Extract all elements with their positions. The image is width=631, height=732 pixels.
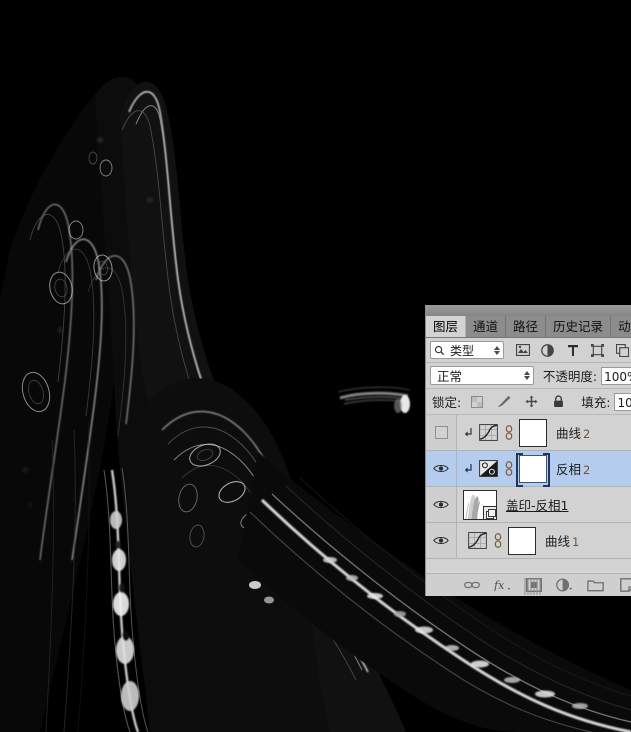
layer-visibility-toggle[interactable] bbox=[426, 523, 457, 558]
layer-visibility-toggle[interactable] bbox=[426, 415, 457, 450]
layer-name[interactable]: 曲线 1 bbox=[545, 531, 579, 550]
chevron-updown-icon[interactable] bbox=[494, 345, 501, 355]
tab-channels[interactable]: 通道 bbox=[466, 316, 507, 337]
filter-pixel-icon[interactable] bbox=[515, 343, 530, 358]
eye-hidden-icon bbox=[434, 426, 448, 439]
panel-tab-strip: 图层 通道 路径 历史记录 动作 bbox=[426, 316, 631, 338]
filter-type-icon[interactable] bbox=[565, 343, 580, 358]
layer-visibility-toggle[interactable] bbox=[426, 451, 457, 486]
lock-pixels-icon[interactable] bbox=[497, 395, 511, 409]
invert-icon[interactable] bbox=[478, 460, 498, 478]
lock-position-icon[interactable] bbox=[524, 395, 538, 409]
layer-name[interactable]: 曲线 2 bbox=[556, 423, 590, 442]
filter-type-icons bbox=[515, 343, 630, 358]
tab-history[interactable]: 历史记录 bbox=[546, 316, 612, 337]
lock-transparency-icon[interactable] bbox=[470, 395, 484, 409]
mask-link-icon[interactable] bbox=[502, 425, 515, 440]
link-layers-icon[interactable] bbox=[463, 577, 480, 594]
opacity-input[interactable]: 100% bbox=[601, 366, 631, 385]
lock-all-icon[interactable] bbox=[551, 395, 565, 409]
filter-smart-object-icon[interactable] bbox=[615, 343, 630, 358]
lock-icons bbox=[470, 395, 565, 409]
blend-mode-value: 正常 bbox=[437, 369, 463, 384]
opacity-label: 不透明度: bbox=[542, 369, 598, 384]
fill-input[interactable]: 100% bbox=[614, 392, 631, 411]
lock-row: 锁定: 填充: 1 bbox=[426, 389, 631, 415]
layer-pixel-thumbnail[interactable] bbox=[463, 489, 497, 520]
curves-icon[interactable] bbox=[467, 532, 487, 550]
layer-name-index: 2 bbox=[583, 427, 591, 441]
blend-mode-row: 正常 不透明度: 100% bbox=[426, 363, 631, 389]
layer-name-index: 1 bbox=[572, 535, 580, 549]
mask-link-icon[interactable] bbox=[502, 461, 515, 476]
layer-mask-thumbnail[interactable] bbox=[508, 526, 536, 555]
clipping-mask-arrow-icon bbox=[462, 427, 475, 439]
layer-name-index: 2 bbox=[583, 463, 591, 477]
layer-name[interactable]: 盖印-反相1 bbox=[506, 495, 568, 514]
clipping-mask-arrow-icon bbox=[462, 463, 475, 475]
tab-paths[interactable]: 路径 bbox=[506, 316, 547, 337]
layer-filter-row: 类型 bbox=[426, 338, 631, 363]
new-adjustment-layer-icon[interactable] bbox=[556, 577, 573, 594]
eye-visible-icon bbox=[433, 464, 449, 473]
screenshot-root: 图层 通道 路径 历史记录 动作 类型 bbox=[0, 0, 631, 732]
new-group-icon[interactable] bbox=[587, 577, 604, 594]
curves-icon[interactable] bbox=[478, 424, 498, 442]
new-layer-icon[interactable] bbox=[618, 577, 631, 594]
mask-link-icon[interactable] bbox=[491, 533, 504, 548]
filter-kind-label: 类型 bbox=[450, 343, 475, 358]
layer-name[interactable]: 反相 2 bbox=[556, 459, 590, 478]
chevron-updown-icon[interactable] bbox=[523, 371, 531, 380]
filter-kind-select[interactable]: 类型 bbox=[430, 341, 504, 359]
layer-name-text: 曲线 bbox=[545, 534, 571, 549]
layer-mask-thumbnail[interactable] bbox=[519, 418, 547, 447]
layer-row[interactable]: 反相 2 bbox=[426, 451, 631, 487]
layer-list-empty-area bbox=[426, 559, 631, 571]
layer-visibility-toggle[interactable] bbox=[426, 487, 457, 522]
smart-object-badge-icon bbox=[483, 505, 496, 519]
panel-resize-grip[interactable] bbox=[524, 578, 541, 595]
fill-label: 填充: bbox=[581, 395, 611, 410]
tab-actions[interactable]: 动作 bbox=[611, 316, 631, 337]
svg-text:fx: fx bbox=[494, 578, 505, 591]
eye-visible-icon bbox=[433, 536, 449, 545]
layer-name-text: 反相 bbox=[556, 462, 582, 477]
lock-label: 锁定: bbox=[432, 395, 462, 410]
layer-name-text: 曲线 bbox=[556, 426, 582, 441]
eye-visible-icon bbox=[433, 500, 449, 509]
layer-list: 曲线 2 反相 2 盖印-反相1 曲线 1 bbox=[426, 415, 631, 571]
tab-layers[interactable]: 图层 bbox=[426, 316, 467, 337]
layer-row[interactable]: 盖印-反相1 bbox=[426, 487, 631, 523]
layer-row[interactable]: 曲线 1 bbox=[426, 523, 631, 559]
layers-panel-bottom-bar: fx bbox=[426, 573, 631, 596]
magnifier-icon bbox=[434, 345, 445, 355]
filter-adjustment-icon[interactable] bbox=[540, 343, 555, 358]
filter-shape-icon[interactable] bbox=[590, 343, 605, 358]
layer-style-fx-icon[interactable]: fx bbox=[494, 577, 511, 594]
layer-name-text: 盖印-反相1 bbox=[506, 498, 569, 513]
layer-row[interactable]: 曲线 2 bbox=[426, 415, 631, 451]
blend-mode-select[interactable]: 正常 bbox=[430, 366, 534, 385]
layer-mask-thumbnail[interactable] bbox=[516, 452, 550, 487]
layers-panel[interactable]: 图层 通道 路径 历史记录 动作 类型 bbox=[425, 305, 631, 596]
